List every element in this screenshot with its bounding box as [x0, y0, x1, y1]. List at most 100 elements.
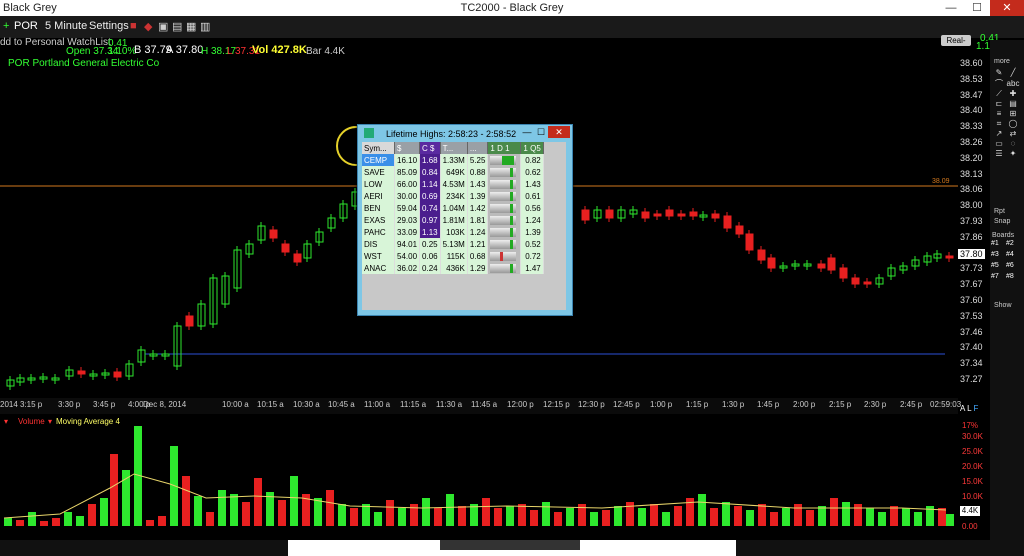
volume-bar[interactable]	[338, 504, 346, 526]
volume-chart[interactable]	[0, 426, 958, 536]
candle[interactable]	[817, 263, 826, 269]
table-row[interactable]: WST 54.00 0.06 115K 0.68 0.72	[362, 250, 544, 262]
popup-minimize-icon[interactable]: —	[520, 126, 534, 138]
candle[interactable]	[653, 213, 662, 217]
board-button[interactable]: #7	[991, 273, 1006, 284]
volume-bar[interactable]	[878, 512, 886, 526]
volume-bar[interactable]	[866, 508, 874, 526]
volume-bar[interactable]	[146, 520, 154, 526]
candle[interactable]	[269, 229, 278, 239]
candle[interactable]	[677, 213, 686, 217]
candle[interactable]	[293, 253, 302, 263]
candle[interactable]	[839, 267, 848, 279]
volume-label[interactable]: Volume	[18, 417, 45, 426]
volume-bar[interactable]	[230, 494, 238, 526]
candle[interactable]	[185, 315, 194, 327]
table-row[interactable]: PAHC 33.09 1.13 103K 1.24 1.39	[362, 226, 544, 238]
volume-bar[interactable]	[854, 504, 862, 526]
volume-bar[interactable]	[674, 506, 682, 526]
volume-bar[interactable]	[242, 502, 250, 526]
volume-bar[interactable]	[890, 506, 898, 526]
table-header[interactable]: C $	[419, 142, 441, 154]
drawing-tool-icon[interactable]: ⇄	[1006, 129, 1020, 139]
snap-toggle[interactable]: Snap	[994, 218, 1010, 225]
table-row[interactable]: DIS 94.01 0.25 5.13M 1.21 0.52	[362, 238, 544, 250]
realtime-badge[interactable]: Real-Time	[941, 35, 971, 56]
volume-bar[interactable]	[88, 504, 96, 526]
volume-bar[interactable]	[278, 500, 286, 526]
axis-toggles[interactable]: A L F	[960, 404, 978, 413]
volume-bar[interactable]	[602, 510, 610, 526]
candle[interactable]	[827, 257, 836, 271]
volume-bar[interactable]	[182, 476, 190, 526]
rpt-toggle[interactable]: Rpt	[994, 208, 1005, 215]
drawing-tool-icon[interactable]: ↗	[992, 129, 1006, 139]
volume-bar[interactable]	[938, 508, 946, 526]
volume-bar[interactable]	[806, 510, 814, 526]
drawing-tool-icon[interactable]: ▭	[992, 139, 1006, 149]
volume-bar[interactable]	[206, 512, 214, 526]
candle[interactable]	[723, 215, 732, 229]
drawing-tool-icon[interactable]: ✦	[1006, 149, 1020, 159]
volume-bar[interactable]	[698, 494, 706, 526]
volume-bar[interactable]	[434, 508, 442, 526]
volume-bar[interactable]	[794, 504, 802, 526]
volume-bar[interactable]	[566, 508, 574, 526]
add-icon[interactable]: +	[3, 20, 9, 32]
board-button[interactable]: #5	[991, 262, 1006, 273]
popup-maximize-icon[interactable]: ☐	[534, 126, 548, 138]
table-header[interactable]: $	[394, 142, 421, 154]
bottom-scrollbar[interactable]	[0, 540, 1024, 556]
volume-bar[interactable]	[158, 516, 166, 526]
drawing-tool-icon[interactable]: ⌒	[992, 78, 1006, 88]
scroll-controls[interactable]	[440, 540, 580, 550]
drawing-tool-icon[interactable]: ⌗	[992, 119, 1006, 129]
board-button[interactable]: #8	[1006, 273, 1021, 284]
table-row[interactable]: BEN 59.04 0.74 1.04M 1.42 0.56	[362, 202, 544, 214]
volume-bar[interactable]	[770, 512, 778, 526]
table-row[interactable]: SAVE 85.09 0.84 649K 0.88 0.62	[362, 166, 544, 178]
volume-bar[interactable]	[100, 498, 108, 526]
volume-bar[interactable]	[290, 476, 298, 526]
volume-bar[interactable]	[218, 490, 226, 526]
volume-bar[interactable]	[614, 506, 622, 526]
volume-bar[interactable]	[530, 510, 538, 526]
volume-bar[interactable]	[818, 506, 826, 526]
table-row[interactable]: AERI 30.00 0.69 234K 1.39 0.61	[362, 190, 544, 202]
volume-bar[interactable]	[662, 512, 670, 526]
volume-bar[interactable]	[830, 498, 838, 526]
drawing-tool-icon[interactable]: ✎	[992, 68, 1006, 78]
toolbar-icon-draw[interactable]: ■	[130, 20, 137, 32]
volume-bar[interactable]	[734, 506, 742, 526]
candle[interactable]	[281, 243, 290, 253]
candle[interactable]	[767, 257, 776, 269]
popup-titlebar[interactable]: Lifetime Highs: 2:58:23 - 2:58:52 — ☐ ✕	[358, 125, 572, 141]
drawing-tool-icon[interactable]: ☰	[992, 149, 1006, 159]
volume-bar[interactable]	[194, 496, 202, 526]
candle[interactable]	[863, 281, 872, 285]
show-toggle[interactable]: Show	[994, 302, 1012, 309]
volume-bar[interactable]	[590, 512, 598, 526]
volume-bar[interactable]	[554, 512, 562, 526]
volume-bar[interactable]	[76, 516, 84, 526]
candle[interactable]	[641, 211, 650, 219]
volume-bar[interactable]	[254, 478, 262, 526]
maximize-icon[interactable]: ☐	[964, 0, 990, 16]
settings-menu[interactable]: Settings	[89, 20, 129, 32]
volume-bar[interactable]	[374, 512, 382, 526]
toolbar-icon-grid[interactable]: ▦	[186, 20, 196, 33]
table-row[interactable]: CEMP 16.10 1.68 1.33M 5.25 0.82	[362, 154, 544, 166]
volume-bar[interactable]	[518, 504, 526, 526]
candle[interactable]	[689, 211, 698, 217]
candle[interactable]	[945, 255, 954, 259]
volume-bar[interactable]	[326, 490, 334, 526]
volume-bar[interactable]	[482, 498, 490, 526]
volume-bar[interactable]	[506, 506, 514, 526]
drawing-tool-icon[interactable]: ≡	[992, 109, 1006, 119]
drawing-tool-icon[interactable]: ⊞	[1006, 109, 1020, 119]
volume-bar[interactable]	[722, 502, 730, 526]
candle[interactable]	[581, 209, 590, 221]
drawing-tool-icon[interactable]: ⟋	[992, 89, 1006, 99]
table-header[interactable]: ...	[467, 142, 489, 154]
board-button[interactable]: #4	[1006, 251, 1021, 262]
